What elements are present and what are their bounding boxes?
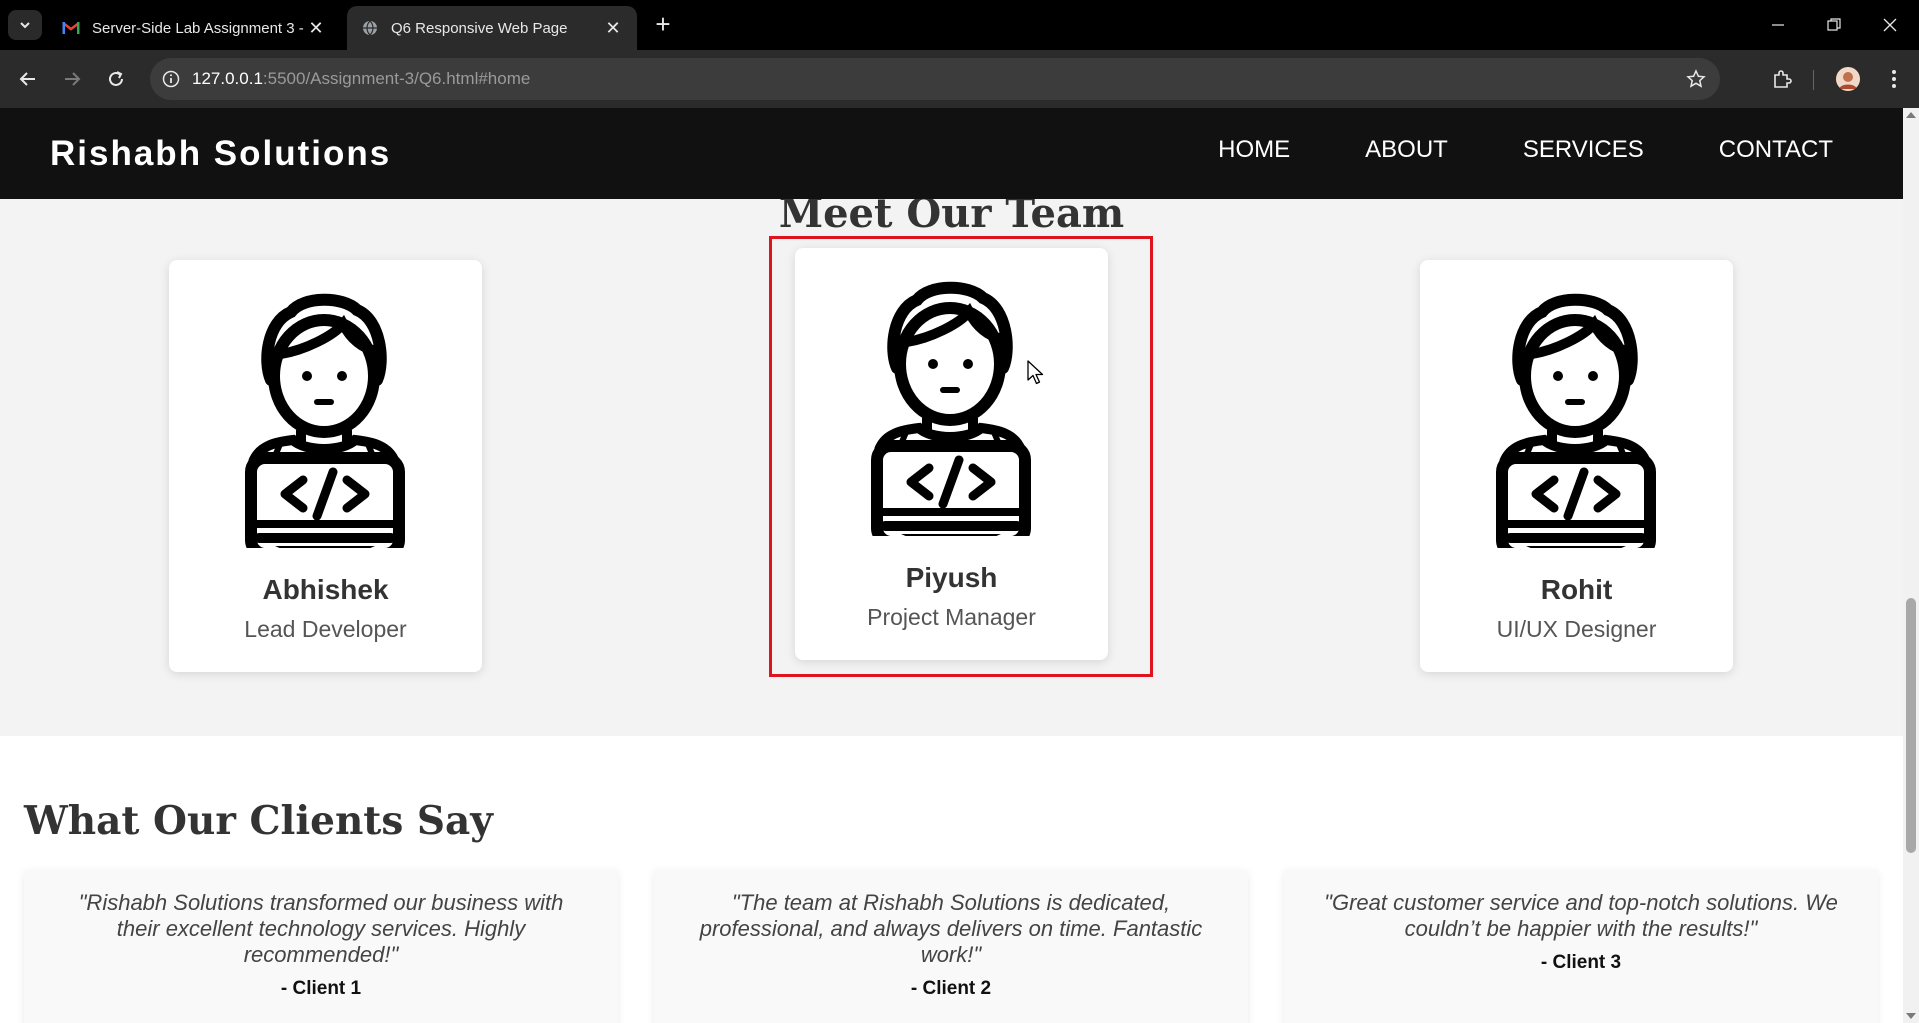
clients-title: What Our Clients Say	[24, 798, 493, 844]
globe-icon	[361, 19, 379, 37]
team-card-abhishek: Abhishek Lead Developer	[169, 260, 482, 672]
site-info-icon[interactable]	[150, 70, 192, 88]
close-tab-icon[interactable]: ✕	[603, 18, 623, 38]
arrow-left-icon	[19, 72, 35, 86]
site-header: Rishabh Solutions HOME ABOUT SERVICES CO…	[0, 108, 1903, 199]
testimonial-author: - Client 2	[910, 978, 992, 999]
url-text: 127.0.0.1:5500/Assignment-3/Q6.html#home	[192, 69, 530, 89]
testimonial-quote: "Rishabh Solutions transformed our busin…	[78, 890, 564, 967]
testimonial-author: - Client 3	[1540, 952, 1622, 973]
arrow-right-icon	[65, 72, 81, 86]
nav-services[interactable]: SERVICES	[1523, 136, 1644, 164]
address-bar[interactable]: 127.0.0.1:5500/Assignment-3/Q6.html#home	[150, 58, 1720, 100]
browser-toolbar: 127.0.0.1:5500/Assignment-3/Q6.html#home	[0, 50, 1919, 108]
forward-button[interactable]	[56, 63, 88, 95]
selection-highlight-box	[769, 236, 1153, 677]
main-nav: HOME ABOUT SERVICES CONTACT	[1218, 136, 1833, 164]
developer-avatar-icon	[245, 293, 405, 548]
gmail-icon	[62, 19, 80, 37]
testimonial-card: "Rishabh Solutions transformed our busin…	[24, 870, 618, 1023]
url-host: 127.0.0.1	[192, 69, 263, 88]
browser-menu-button[interactable]	[1880, 63, 1908, 95]
more-vertical-icon	[1892, 70, 1896, 88]
browser-tab-strip: Server-Side Lab Assignment 3 - ✕ Q6 Resp…	[0, 0, 1919, 50]
scrollbar-thumb[interactable]	[1906, 598, 1916, 853]
member-role: UI/UX Designer	[1496, 616, 1657, 642]
page-viewport: Meet Our Team Abhishek Lead Developer Pi…	[0, 108, 1903, 1023]
member-name: Abhishek	[262, 574, 389, 605]
testimonial-author: - Client 1	[280, 978, 362, 999]
extensions-button[interactable]	[1766, 63, 1798, 95]
tab-gmail[interactable]: Server-Side Lab Assignment 3 - ✕	[48, 6, 340, 50]
minimize-icon	[1772, 24, 1784, 26]
bookmark-star-icon[interactable]	[1686, 69, 1706, 94]
nav-contact[interactable]: CONTACT	[1719, 136, 1833, 164]
tab-q6[interactable]: Q6 Responsive Web Page ✕	[347, 6, 637, 50]
tab-title: Server-Side Lab Assignment 3 -	[92, 19, 304, 37]
nav-about[interactable]: ABOUT	[1365, 136, 1448, 164]
restore-icon	[1827, 18, 1841, 31]
chevron-down-icon	[20, 22, 30, 29]
close-tab-icon[interactable]: ✕	[306, 18, 326, 38]
member-role: Lead Developer	[244, 616, 407, 642]
reload-icon	[109, 71, 123, 86]
testimonial-card: "The team at Rishabh Solutions is dedica…	[654, 870, 1248, 1023]
site-brand-logo[interactable]: Rishabh Solutions	[50, 134, 391, 174]
close-window-button[interactable]	[1862, 0, 1918, 50]
member-name: Rohit	[1540, 574, 1613, 605]
new-tab-button[interactable]: +	[650, 11, 676, 38]
back-button[interactable]	[12, 63, 44, 95]
tab-title: Q6 Responsive Web Page	[391, 19, 568, 37]
close-icon	[1883, 18, 1897, 32]
tab-search-button[interactable]	[8, 10, 42, 40]
restore-button[interactable]	[1806, 0, 1862, 50]
puzzle-icon	[1774, 70, 1792, 88]
minimize-button[interactable]	[1750, 0, 1806, 50]
testimonial-quote: "The team at Rishabh Solutions is dedica…	[699, 890, 1203, 967]
url-path: :5500/Assignment-3/Q6.html#home	[262, 69, 531, 88]
toolbar-divider	[1813, 70, 1814, 90]
mouse-cursor-icon	[1027, 360, 1044, 385]
scroll-down-arrow-icon[interactable]	[1906, 1013, 1916, 1019]
developer-avatar-icon	[1496, 293, 1656, 548]
nav-home[interactable]: HOME	[1218, 136, 1290, 164]
scroll-up-arrow-icon[interactable]	[1906, 112, 1916, 118]
reload-button[interactable]	[100, 63, 132, 95]
team-card-rohit: Rohit UI/UX Designer	[1420, 260, 1733, 672]
profile-avatar[interactable]	[1836, 67, 1860, 91]
testimonial-quote: "Great customer service and top-notch so…	[1324, 890, 1838, 941]
testimonial-card: "Great customer service and top-notch so…	[1284, 870, 1878, 1023]
page-scrollbar[interactable]	[1903, 108, 1919, 1023]
